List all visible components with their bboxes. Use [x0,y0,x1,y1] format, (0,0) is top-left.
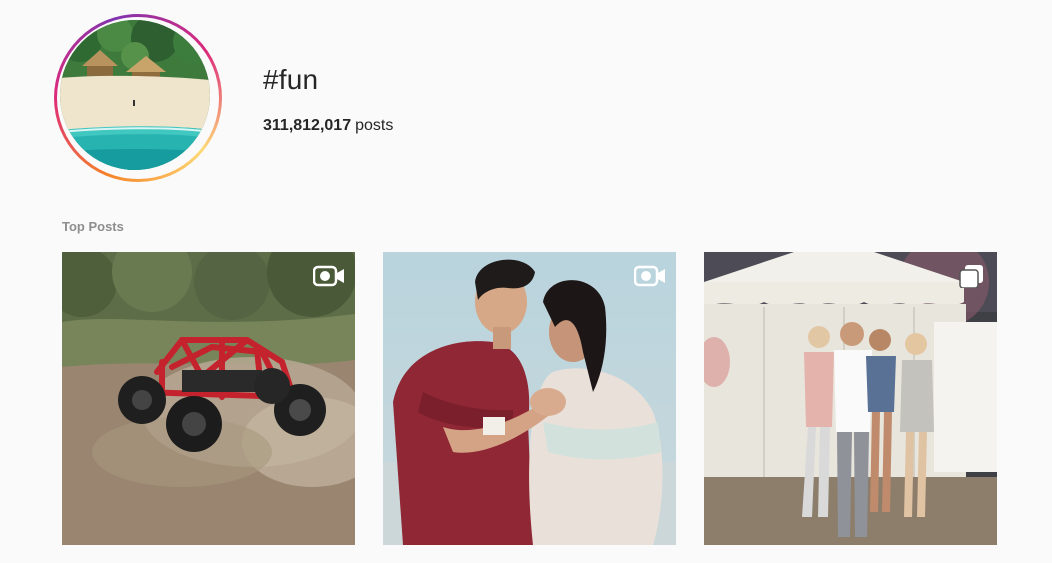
top-post-3[interactable] [704,252,997,545]
post-count-value: 311,812,017 [263,117,352,134]
buggy-photo [62,252,355,545]
multiple-photos-icon [955,264,987,288]
hashtag-page: #fun 311,812,017 posts Top Posts [0,0,1052,563]
group-tent-photo [704,252,997,545]
dancing-couple-photo [383,252,676,545]
top-post-2[interactable] [383,252,676,545]
video-camera-icon [313,264,345,288]
hashtag-avatar-image [60,20,210,170]
post-count-unit: posts [355,117,394,134]
top-posts-heading: Top Posts [62,219,124,234]
hashtag-avatar[interactable] [54,14,222,182]
video-camera-icon [634,264,666,288]
top-post-1[interactable] [62,252,355,545]
hashtag-title: #fun [263,64,319,95]
beach-photo [60,20,210,170]
post-count: 311,812,017 posts [263,116,393,136]
